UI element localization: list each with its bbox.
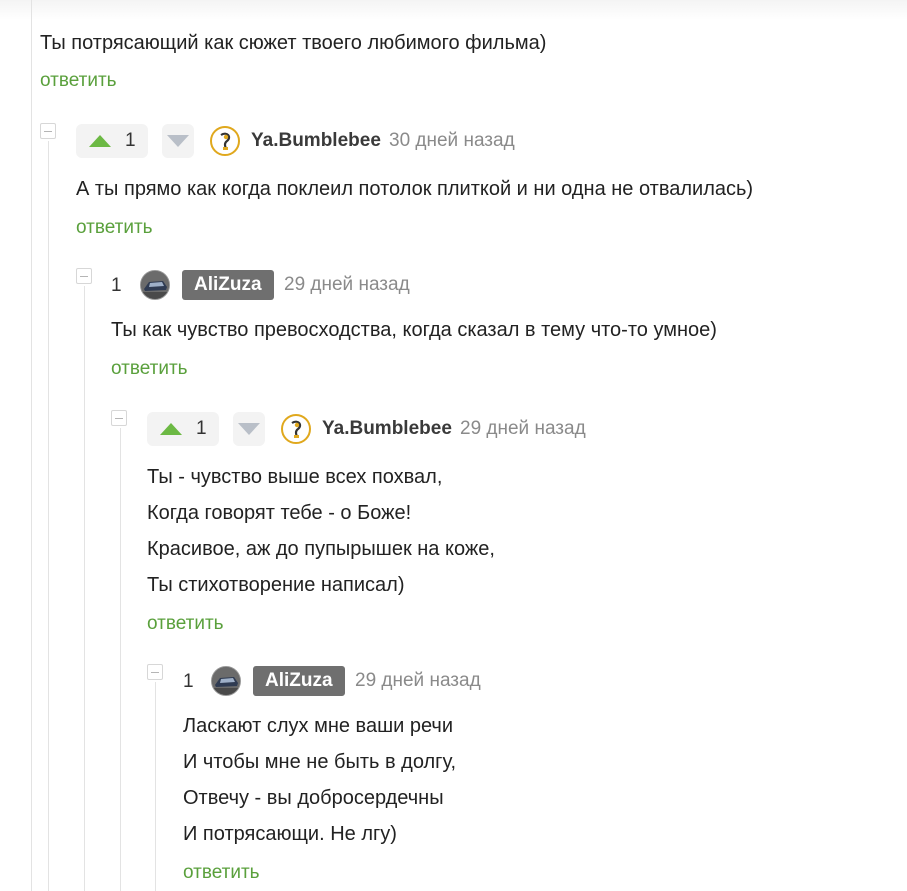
comment-text: Когда говорят тебе - о Боже! — [147, 502, 412, 524]
triangle-down-icon — [167, 135, 189, 147]
username[interactable]: Ya.Bumblebee — [251, 129, 381, 153]
triangle-up-icon — [160, 423, 182, 435]
comment-text: Отвечу - вы добросердечны — [183, 787, 444, 809]
comment-text: Ты как чувство превосходства, когда сказ… — [111, 319, 717, 341]
comment-text: И чтобы мне не быть в долгу, — [183, 751, 457, 773]
rating-count: 1 — [183, 671, 194, 692]
timestamp[interactable]: 29 дней назад — [355, 669, 481, 693]
vote-controls: 1 — [147, 412, 265, 446]
collapse-thread-button[interactable] — [111, 410, 127, 426]
comment-text: Ты стихотворение написал) — [147, 574, 405, 596]
vote-controls: 1 — [76, 124, 194, 158]
car-avatar-icon[interactable] — [211, 666, 241, 696]
comment-text: И потрясающи. Не лгу) — [183, 823, 397, 845]
comment-text: А ты прямо как когда поклеил потолок пли… — [76, 178, 754, 200]
car-avatar-icon[interactable] — [140, 270, 170, 300]
timestamp[interactable]: 30 дней назад — [389, 129, 515, 153]
rating-count: 1 — [125, 130, 136, 151]
collapse-thread-button[interactable] — [40, 123, 56, 139]
reply-link[interactable]: ответить — [111, 358, 188, 380]
rating-count: 1 — [196, 418, 207, 439]
thread-line — [155, 682, 156, 891]
reply-link[interactable]: ответить — [76, 217, 153, 239]
comment-text: Ласкают слух мне ваши речи — [183, 715, 454, 737]
reply-link[interactable]: ответить — [147, 613, 224, 635]
timestamp[interactable]: 29 дней назад — [284, 273, 410, 297]
triangle-down-icon — [238, 423, 260, 435]
bee-avatar-icon[interactable] — [210, 126, 240, 156]
username[interactable]: Ya.Bumblebee — [322, 417, 452, 441]
upvote-button[interactable]: 1 — [147, 412, 219, 446]
triangle-up-icon — [89, 135, 111, 147]
downvote-button[interactable] — [233, 412, 265, 446]
downvote-button[interactable] — [162, 124, 194, 158]
thread-line — [48, 141, 49, 891]
thread-line — [120, 428, 121, 891]
timestamp[interactable]: 29 дней назад — [460, 417, 586, 441]
comment-text: Ты потрясающий как сюжет твоего любимого… — [40, 32, 547, 54]
username[interactable]: AliZuza — [253, 666, 345, 696]
comment-text: Ты - чувство выше всех похвал, — [147, 466, 443, 488]
upvote-button[interactable]: 1 — [76, 124, 148, 158]
collapse-thread-button[interactable] — [76, 268, 92, 284]
reply-link[interactable]: ответить — [40, 70, 117, 92]
thread-line — [31, 0, 32, 891]
thread-line — [84, 286, 85, 891]
rating-count: 1 — [111, 275, 122, 296]
comment-text: Красивое, аж до пупырышек на коже, — [147, 538, 495, 560]
collapse-thread-button[interactable] — [147, 664, 163, 680]
top-edge-shadow — [0, 0, 907, 20]
username[interactable]: AliZuza — [182, 270, 274, 300]
bee-avatar-icon[interactable] — [281, 414, 311, 444]
reply-link[interactable]: ответить — [183, 862, 260, 884]
